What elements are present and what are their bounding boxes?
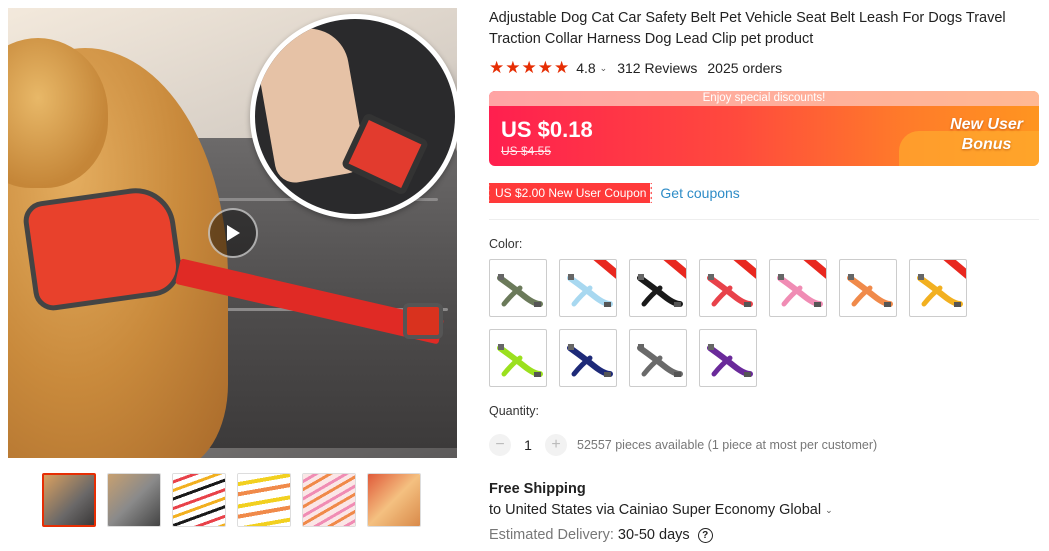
leash-swatch-icon bbox=[847, 274, 893, 307]
availability-text: 52557 pieces available (1 piece at most … bbox=[577, 438, 878, 452]
quantity-label: Quantity: bbox=[489, 404, 540, 418]
new-user-bonus-badge: New User Bonus bbox=[950, 116, 1023, 153]
color-swatch-black[interactable] bbox=[629, 259, 687, 317]
get-coupons-link[interactable]: Get coupons bbox=[660, 185, 739, 201]
leash-swatch-icon bbox=[707, 344, 753, 377]
quantity-input[interactable]: 1 bbox=[511, 437, 545, 453]
color-swatch-purple[interactable] bbox=[699, 329, 757, 387]
current-price: US $0.18 bbox=[501, 117, 593, 142]
product-title: Adjustable Dog Cat Car Safety Belt Pet V… bbox=[489, 10, 1006, 47]
color-swatch-orange[interactable] bbox=[839, 259, 897, 317]
rating-value[interactable]: 4.8 bbox=[576, 60, 595, 76]
chevron-down-icon[interactable]: ⌄ bbox=[600, 63, 608, 74]
reviews-link[interactable]: 312 Reviews bbox=[617, 60, 697, 76]
thumbnail-strip bbox=[42, 473, 421, 527]
leash-swatch-icon bbox=[497, 274, 543, 307]
coupon-tag[interactable]: US $2.00 New User Coupon bbox=[486, 183, 655, 203]
star-rating-icon: ★★★★★ bbox=[489, 58, 571, 77]
shipping-destination-text[interactable]: to United States via Cainiao Super Econo… bbox=[489, 502, 821, 518]
rating-row: ★★★★★ 4.8 ⌄ 312 Reviews 2025 orders bbox=[489, 58, 782, 78]
thumbnail-4[interactable] bbox=[237, 473, 291, 527]
color-swatch-army-green[interactable] bbox=[489, 259, 547, 317]
thumbnail-2[interactable] bbox=[107, 473, 161, 527]
delivery-label: Estimated Delivery: bbox=[489, 527, 614, 543]
leash-swatch-icon bbox=[637, 344, 683, 377]
quantity-stepper: − 1 + 52557 pieces available (1 piece at… bbox=[489, 434, 877, 456]
leash-swatch-icon bbox=[497, 344, 543, 377]
thumbnail-6[interactable] bbox=[367, 473, 421, 527]
color-swatch-navy[interactable] bbox=[559, 329, 617, 387]
quantity-decrease-button[interactable]: − bbox=[489, 434, 511, 456]
harness-graphic bbox=[21, 183, 185, 313]
thumbnail-1[interactable] bbox=[42, 473, 96, 527]
color-swatches bbox=[489, 259, 989, 387]
color-swatch-pink[interactable] bbox=[769, 259, 827, 317]
quantity-increase-button[interactable]: + bbox=[545, 434, 567, 456]
divider bbox=[489, 219, 1039, 220]
leash-swatch-icon bbox=[567, 344, 613, 377]
color-swatch-light-blue[interactable] bbox=[559, 259, 617, 317]
color-swatch-lime[interactable] bbox=[489, 329, 547, 387]
shipping-destination[interactable]: to United States via Cainiao Super Econo… bbox=[489, 502, 843, 518]
color-label: Color: bbox=[489, 237, 523, 251]
clip-graphic bbox=[403, 303, 443, 339]
color-swatch-red[interactable] bbox=[699, 259, 757, 317]
discount-note: Enjoy special discounts! bbox=[489, 91, 1039, 106]
color-swatch-yellow[interactable] bbox=[909, 259, 967, 317]
original-price: US $4.55 bbox=[501, 144, 552, 158]
play-icon bbox=[227, 225, 240, 241]
coupon-row: US $2.00 New User Coupon Get coupons bbox=[486, 183, 740, 203]
buckle-inset-image bbox=[250, 14, 457, 219]
thumbnail-5[interactable] bbox=[302, 473, 356, 527]
delivery-value: 30-50 days bbox=[617, 527, 690, 543]
shipping-title: Free Shipping bbox=[489, 481, 586, 497]
price-banner: Enjoy special discounts! US $0.18 US $4.… bbox=[489, 91, 1039, 166]
thumbnail-3[interactable] bbox=[172, 473, 226, 527]
estimated-delivery: Estimated Delivery: 30-50 days ? bbox=[489, 527, 713, 543]
color-swatch-grey[interactable] bbox=[629, 329, 687, 387]
help-icon[interactable]: ? bbox=[697, 527, 713, 543]
orders-count: 2025 orders bbox=[707, 60, 783, 76]
chevron-down-icon[interactable]: ⌄ bbox=[825, 505, 833, 516]
main-product-image[interactable] bbox=[8, 8, 457, 458]
play-video-button[interactable] bbox=[208, 208, 258, 258]
